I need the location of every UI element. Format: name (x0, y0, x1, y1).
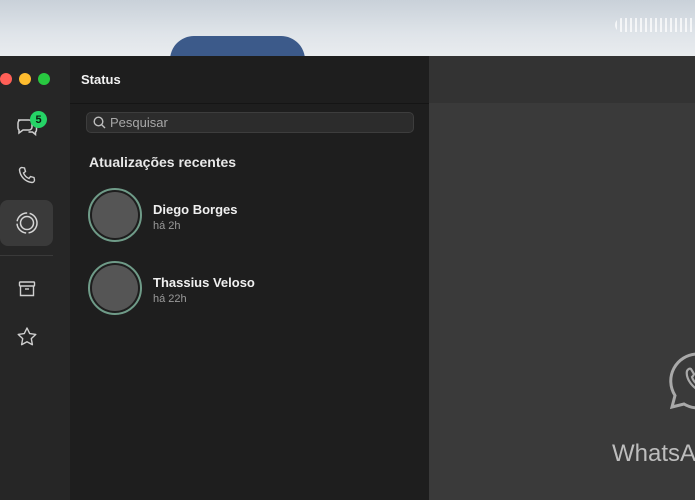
phone-icon (17, 165, 37, 185)
rail-item-calls[interactable] (0, 152, 53, 198)
desktop-wallpaper (0, 0, 695, 56)
minimize-window-button[interactable] (19, 73, 31, 85)
main-header (429, 56, 695, 103)
status-timestamp: há 22h (153, 293, 187, 305)
main-pane: WhatsApp (429, 56, 695, 500)
rail-divider (0, 255, 53, 256)
whatsapp-window: 5 Status Pesquisar Atualizações recentes… (0, 56, 695, 500)
avatar (92, 192, 138, 238)
search-icon (93, 116, 106, 129)
star-icon (16, 326, 38, 348)
brand-name: WhatsApp (612, 440, 695, 467)
zoom-window-button[interactable] (38, 73, 50, 85)
status-ring-icon (15, 211, 39, 235)
status-item[interactable]: Diego Borges há 2h (88, 188, 418, 246)
wallpaper-cloud (615, 18, 695, 32)
section-title: Atualizações recentes (89, 154, 237, 170)
status-avatar-ring (88, 261, 142, 315)
avatar (92, 265, 138, 311)
whatsapp-logo-icon (665, 349, 695, 418)
navigation-rail: 5 (0, 56, 70, 500)
rail-item-status[interactable] (0, 200, 53, 246)
status-timestamp: há 2h (153, 220, 181, 232)
status-avatar-ring (88, 188, 142, 242)
page-title: Status (81, 72, 121, 87)
unread-badge: 5 (30, 111, 47, 128)
status-contact-name: Thassius Veloso (153, 275, 255, 290)
wallpaper-mountain (170, 36, 305, 56)
status-panel: Status Atualizações recentes Diego Borge… (70, 56, 429, 500)
close-window-button[interactable] (0, 73, 12, 85)
search-input[interactable] (110, 115, 400, 130)
search-bar[interactable] (86, 112, 414, 133)
rail-item-archived[interactable] (0, 266, 53, 312)
rail-item-starred[interactable] (0, 314, 53, 360)
header-divider (70, 103, 429, 104)
archive-box-icon (17, 279, 37, 299)
rail-item-chats[interactable] (0, 104, 53, 150)
status-contact-name: Diego Borges (153, 202, 238, 217)
status-item[interactable]: Thassius Veloso há 22h (88, 261, 418, 319)
